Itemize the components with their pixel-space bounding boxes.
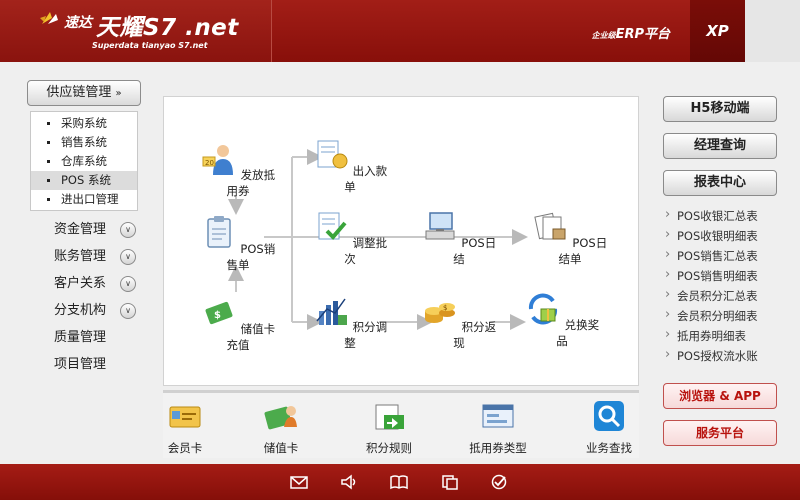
tool-stored-value-card[interactable]: 储值卡 <box>259 401 303 456</box>
menu-item-funds[interactable]: 资金管理 ∨ <box>54 219 144 241</box>
tool-points-rules[interactable]: 积分规则 <box>359 401 419 456</box>
logo-brand: 速达 <box>64 15 92 31</box>
report-link[interactable]: POS销售汇总表 <box>665 246 795 265</box>
book-icon[interactable] <box>390 474 408 490</box>
service-platform-button[interactable]: 服务平台 <box>663 420 777 446</box>
header-right-spacer <box>745 0 800 62</box>
flow-node-pos-daily[interactable]: POS日结 <box>419 209 499 267</box>
report-link[interactable]: 会员积分明细表 <box>665 306 795 325</box>
chevron-down-icon: » <box>115 88 122 99</box>
logo-product: 天耀S7 .net <box>96 15 239 41</box>
copy-icon[interactable] <box>441 474 459 490</box>
edition-label: XP <box>690 0 745 62</box>
h5-mobile-button[interactable]: H5移动端 <box>663 96 777 122</box>
erp-label: 企业级ERP平台 <box>591 27 670 42</box>
chevron-down-icon: ∨ <box>120 249 136 265</box>
browser-app-button[interactable]: 浏览器 & APP <box>663 383 777 409</box>
report-link[interactable]: POS收银汇总表 <box>665 206 795 225</box>
documents-icon <box>534 212 566 240</box>
search-icon <box>594 401 624 431</box>
flow-node-issue-voucher[interactable]: 20 发放抵用券 <box>198 141 278 199</box>
menu-item-branches[interactable]: 分支机构 ∨ <box>54 300 144 322</box>
supply-chain-submenu: 采购系统 销售系统 仓库系统 POS 系统 进出口管理 <box>30 111 138 211</box>
report-center-button[interactable]: 报表中心 <box>663 170 777 196</box>
chevron-down-icon: ∨ <box>120 303 136 319</box>
stored-card-icon <box>264 406 297 430</box>
menu-item-accounting[interactable]: 账务管理 ∨ <box>54 246 144 268</box>
report-link[interactable]: 会员积分汇总表 <box>665 286 795 305</box>
flow-node-points-return[interactable]: $ 积分返现 <box>419 293 499 351</box>
menu-item-projects[interactable]: 项目管理 <box>54 354 144 376</box>
submenu-item-import-export[interactable]: 进出口管理 <box>31 190 137 209</box>
tool-member-card[interactable]: 会员卡 <box>163 401 207 456</box>
pos-flow-panel: 20 发放抵用券 POS销售单 $ 储值卡充值 出入款单 调整批次 积分调整 P… <box>163 96 639 386</box>
menu-item-crm[interactable]: 客户关系 ∨ <box>54 273 144 295</box>
svg-text:20: 20 <box>205 159 214 167</box>
chevron-down-icon: ∨ <box>120 276 136 292</box>
chevron-down-icon: ∨ <box>120 222 136 238</box>
chart-icon <box>316 298 347 325</box>
tool-business-search[interactable]: 业务查找 <box>581 401 637 456</box>
flow-node-points-adjust[interactable]: 积分调整 <box>310 293 390 351</box>
manager-query-button[interactable]: 经理查询 <box>663 133 777 159</box>
rules-icon <box>375 404 404 430</box>
refresh-gift-icon <box>528 293 557 325</box>
flow-node-card-recharge[interactable]: $ 储值卡充值 <box>198 295 278 353</box>
menu-item-quality[interactable]: 质量管理 <box>54 327 144 349</box>
flow-node-in-out[interactable]: 出入款单 <box>310 137 390 195</box>
money-card-icon: $ <box>205 301 233 325</box>
check-icon[interactable] <box>490 474 508 490</box>
person-voucher-icon: 20 <box>202 145 233 175</box>
computer-icon <box>425 212 455 240</box>
coins-icon: $ <box>424 303 455 323</box>
submenu-item-purchase[interactable]: 采购系统 <box>31 114 137 133</box>
header-banner: 企业级ERP平台 <box>272 0 690 62</box>
flow-node-pos-daily-bill[interactable]: POS日结单 <box>528 209 612 267</box>
member-card-icon <box>169 406 201 428</box>
submenu-item-pos[interactable]: POS 系统 <box>31 171 137 190</box>
flow-node-pos-sales[interactable]: POS销售单 <box>198 215 278 273</box>
bottom-toolbar: 会员卡 储值卡 积分规则 抵用券类型 业务查找 <box>163 390 639 458</box>
bills-icon <box>317 140 348 169</box>
flow-node-redeem[interactable]: 兑换奖品 <box>522 291 602 349</box>
submenu-item-warehouse[interactable]: 仓库系统 <box>31 152 137 171</box>
header-bar: 速达 天耀S7 .net Superdata tianyao S7.net 企业… <box>0 0 800 62</box>
mail-icon[interactable] <box>290 474 308 490</box>
report-link[interactable]: POS销售明细表 <box>665 266 795 285</box>
report-link[interactable]: POS收银明细表 <box>665 226 795 245</box>
footer-bar <box>0 464 800 500</box>
flow-node-adjust-batch[interactable]: 调整批次 <box>310 209 390 267</box>
svg-text:$: $ <box>214 310 221 321</box>
tool-voucher-types[interactable]: 抵用券类型 <box>465 401 531 456</box>
supply-chain-button[interactable]: 供应链管理» <box>27 80 141 106</box>
sound-icon[interactable] <box>340 474 358 490</box>
svg-text:$: $ <box>443 304 447 312</box>
clipboard-icon <box>207 216 231 248</box>
voucher-window-icon <box>482 404 514 428</box>
logo-area: 速达 天耀S7 .net Superdata tianyao S7.net <box>0 0 272 62</box>
logo-subtitle: Superdata tianyao S7.net <box>92 41 208 50</box>
report-link[interactable]: POS授权流水账 <box>665 346 795 365</box>
submenu-item-sales[interactable]: 销售系统 <box>31 133 137 152</box>
logo-icon <box>40 12 58 24</box>
report-link[interactable]: 抵用券明细表 <box>665 326 795 345</box>
document-check-icon <box>318 212 347 240</box>
